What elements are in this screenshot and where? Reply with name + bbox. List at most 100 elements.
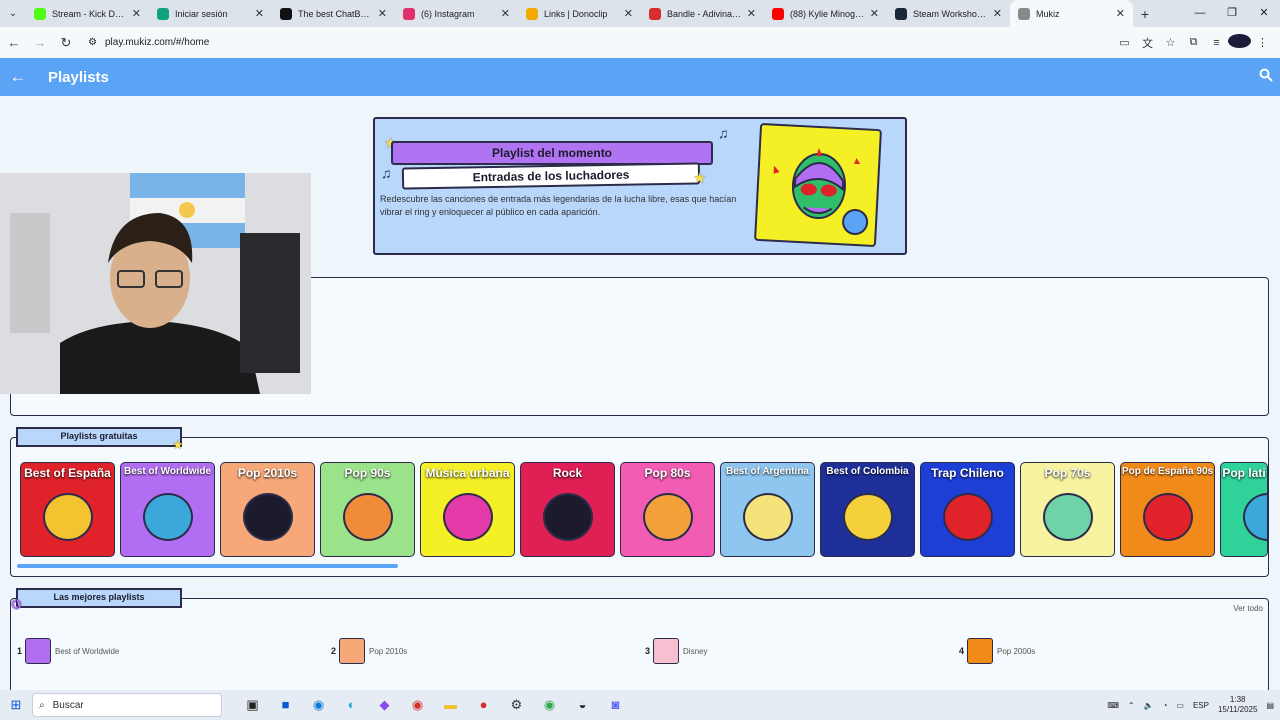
playlist-card[interactable]: Rock	[520, 462, 615, 557]
clock-date: 15/11/2025	[1217, 705, 1258, 714]
file-explorer-icon[interactable]: ▬	[434, 697, 467, 713]
bookmark-star-icon[interactable]: ☆	[1159, 36, 1182, 49]
tab-favicon-icon	[403, 7, 415, 20]
tray-chevron-icon[interactable]: ⌃	[1128, 701, 1135, 710]
best-playlist-item[interactable]: 4 Pop 2000s	[959, 638, 1035, 664]
tab-search-icon[interactable]: ⌄	[0, 0, 26, 27]
store-icon[interactable]: ■	[269, 697, 302, 713]
close-tab-icon[interactable]: ✕	[255, 7, 264, 20]
tab-list: Stream - Kick Dashbo✕Iniciar sesión✕The …	[26, 0, 1133, 27]
chrome-icon[interactable]: ◉	[533, 697, 566, 713]
browser-tab[interactable]: Steam Workshop::Ma ✕	[887, 0, 1010, 27]
best-playlist-item[interactable]: 1 Best of Worldwide	[17, 638, 119, 664]
window-controls: — ❐ ✕	[1184, 0, 1280, 27]
taskbar-search-input[interactable]: ⌕ Buscar	[32, 693, 222, 717]
tab-favicon-icon	[649, 7, 661, 20]
language-indicator[interactable]: ESP	[1193, 701, 1209, 710]
close-tab-icon[interactable]: ✕	[624, 7, 633, 20]
outlook-icon[interactable]: ◉	[302, 697, 335, 713]
playlist-card[interactable]: Trap Chileno	[920, 462, 1015, 557]
best-playlist-item[interactable]: 2 Pop 2010s	[331, 638, 407, 664]
copilot-icon[interactable]: ◆	[368, 697, 401, 713]
playlist-card[interactable]: Best of España	[20, 462, 115, 557]
playlist-card-title: Música urbana	[425, 466, 510, 480]
site-info-icon[interactable]: ⚙	[88, 37, 97, 48]
windows-start-icon[interactable]: ⊞	[0, 697, 32, 713]
close-window-icon[interactable]: ✕	[1248, 0, 1280, 27]
cast-icon[interactable]: ▭	[1113, 36, 1136, 49]
close-tab-icon[interactable]: ✕	[1116, 7, 1125, 20]
browser-tab[interactable]: (88) Kylie Minogue - ✕	[764, 0, 887, 27]
windows-taskbar: ⊞ ⌕ Buscar ▣ ■ ◉ ◐ ◆ ◉ ▬ ● ⚙ ◉ ◒ ◙ ⌨ ⌃ 🔈…	[0, 690, 1280, 720]
playlist-card[interactable]: Best of Worldwide	[120, 462, 215, 557]
url-text: play.mukiz.com/#/home	[104, 37, 210, 48]
playlist-card-title: Pop 80s	[644, 466, 691, 480]
best-playlist-item[interactable]: 3 Disney	[645, 638, 707, 664]
playlist-card[interactable]: Música urbana	[420, 462, 515, 557]
discord-icon[interactable]: ◙	[599, 697, 632, 713]
menu-dots-icon[interactable]: ⋮	[1251, 36, 1274, 49]
notification-icon[interactable]: ▤	[1266, 701, 1274, 710]
horizontal-scrollbar[interactable]	[17, 564, 398, 568]
featured-heading: Playlist del momento	[391, 141, 713, 165]
browser-tab[interactable]: The best ChatBot and ✕	[272, 0, 395, 27]
playlist-card[interactable]: Pop 2010s	[220, 462, 315, 557]
clock[interactable]: 1:38 15/11/2025	[1218, 695, 1257, 715]
browser-tab[interactable]: Iniciar sesión ✕	[149, 0, 272, 27]
browser-tab[interactable]: Bandle - Adivina la c ✕	[641, 0, 764, 27]
translate-icon[interactable]: 文	[1136, 35, 1159, 51]
volume-icon[interactable]: 🔈	[1144, 701, 1154, 710]
playlist-card[interactable]: Best of Argentina	[720, 462, 815, 557]
close-tab-icon[interactable]: ✕	[501, 7, 510, 20]
new-tab-button[interactable]: +	[1133, 6, 1157, 22]
close-tab-icon[interactable]: ✕	[993, 7, 1002, 20]
restore-icon[interactable]: ❐	[1216, 0, 1248, 27]
back-icon[interactable]: ←	[2, 35, 26, 50]
browser-tab[interactable]: Links | Donoclip ✕	[518, 0, 641, 27]
tab-title: The best ChatBot and	[298, 8, 374, 19]
forward-icon[interactable]: →	[28, 35, 52, 50]
playlist-card[interactable]: Pop lati	[1220, 462, 1268, 557]
keyboard-icon[interactable]: ⌨	[1107, 701, 1119, 710]
network-icon[interactable]: ◔	[1163, 701, 1168, 710]
browser-tab[interactable]: Stream - Kick Dashbo ✕	[26, 0, 149, 27]
task-view-icon[interactable]: ▣	[236, 697, 269, 713]
url-field[interactable]: ⚙ play.mukiz.com/#/home	[88, 37, 209, 48]
playlist-thumbnail	[967, 638, 994, 664]
avatar[interactable]	[1228, 34, 1251, 51]
playlist-card[interactable]: Pop de España 90s	[1120, 462, 1215, 557]
playlist-card[interactable]: Pop 90s	[320, 462, 415, 557]
playlist-thumbnail	[25, 638, 52, 664]
taskbar-apps: ▣ ■ ◉ ◐ ◆ ◉ ▬ ● ⚙ ◉ ◒ ◙	[236, 697, 632, 713]
close-tab-icon[interactable]: ✕	[870, 7, 879, 20]
close-tab-icon[interactable]: ✕	[378, 7, 387, 20]
tab-title: (88) Kylie Minogue -	[790, 8, 866, 19]
settings-icon[interactable]: ⚙	[500, 697, 533, 713]
featured-playlist-card[interactable]: ★ ♫ ♫ Playlist del momento Entradas de l…	[373, 117, 907, 255]
back-arrow-icon[interactable]: ←	[0, 67, 36, 87]
input-icon[interactable]: ▭	[1176, 701, 1184, 710]
app-header: ← Playlists	[0, 58, 1280, 96]
wrestler-mask-artwork	[753, 122, 883, 248]
see-all-link[interactable]: Ver todo	[1233, 604, 1263, 613]
featured-description: Redescubre las canciones de entrada más …	[380, 194, 737, 217]
media-control-icon[interactable]: ≡	[1205, 37, 1228, 49]
steam-icon[interactable]: ◒	[566, 697, 599, 713]
playlist-thumbnail	[339, 638, 366, 664]
featured-playlist-name: Entradas de los luchadores	[401, 162, 701, 190]
close-tab-icon[interactable]: ✕	[747, 7, 756, 20]
reload-icon[interactable]: ↻	[54, 35, 78, 51]
app-icon[interactable]: ●	[467, 697, 500, 713]
close-tab-icon[interactable]: ✕	[132, 7, 141, 20]
playlist-card[interactable]: Best of Colombia	[820, 462, 915, 557]
browser-tab[interactable]: (6) Instagram ✕	[395, 0, 518, 27]
chrome-icon[interactable]: ◉	[401, 697, 434, 713]
search-icon[interactable]	[1259, 68, 1273, 85]
browser-tab[interactable]: Mukiz ✕	[1010, 0, 1133, 27]
playlist-card[interactable]: Pop 80s	[620, 462, 715, 557]
edge-icon[interactable]: ◐	[335, 697, 368, 713]
minimize-icon[interactable]: —	[1184, 0, 1216, 27]
extensions-icon[interactable]: ⧉	[1182, 36, 1205, 49]
playlist-card[interactable]: Pop 70s	[1020, 462, 1115, 557]
playlist-artwork	[143, 493, 193, 541]
